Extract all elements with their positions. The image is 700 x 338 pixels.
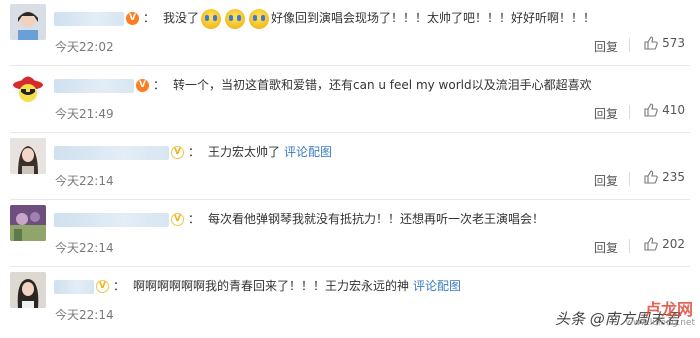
reply-button[interactable]: 回复 [594,105,618,122]
comment-text: 啊啊啊啊啊啊我的青春回来了！！！王力宏永远的神 [133,279,410,293]
timestamp: 今天22:14 [55,174,114,188]
watermark: 头条 @南方周末君 卢龙网 www.lulong.net [555,296,695,336]
username[interactable] [54,78,134,93]
colon: ： [113,279,126,293]
watermark-url: www.lulong.net [625,318,695,328]
reply-button[interactable]: 回复 [594,38,618,55]
divider [629,105,630,119]
comment-image-link[interactable]: 评论配图 [284,145,332,159]
username[interactable] [54,11,124,26]
avatar[interactable] [10,71,46,107]
thumbs-up-icon [644,36,658,50]
comment-item: V ： 王力宏太帅了 评论配图 今天22:14 回复 235 [0,134,700,200]
avatar[interactable] [10,272,46,308]
like-count: 235 [662,170,685,184]
crying-emoji-icon [225,8,246,29]
divider [629,172,630,186]
comment-text: 转一个，当初这首歌和爱错，还有can u feel my world以及流泪手心… [173,78,592,92]
divider [629,239,630,253]
like-count: 410 [662,103,685,117]
colon: ： [153,78,166,92]
reply-button[interactable]: 回复 [594,172,618,189]
comment-text-tail: 好像回到演唱会现场了！！！太帅了吧！！！好好听啊！！！ [271,11,596,25]
thumbs-up-icon [644,103,658,117]
crying-emoji-icon [249,8,270,29]
reply-button[interactable]: 回复 [594,239,618,256]
comment-text: 王力宏太帅了 [208,145,281,159]
row-divider [10,266,690,267]
comment-item: V ： 每次看他弹钢琴我就没有抵抗力！！还想再听一次老王演唱会！ 今天22:14 回… [0,201,700,267]
like-button[interactable]: 235 [644,170,685,184]
thumbs-up-icon [644,170,658,184]
like-button[interactable]: 573 [644,36,685,50]
colon: ： [188,145,201,159]
comment-content: V ： 转一个，当初这首歌和爱错，还有can u feel my world以及流泪… [54,70,685,100]
verified-badge-icon: V [171,213,184,226]
like-button[interactable]: 202 [644,237,685,251]
divider [629,38,630,52]
comment-content: V ： 我没了 好像回到演唱会现场了！！！太帅了吧！！！好好听啊！！！ [54,3,685,33]
colon: ： [188,212,201,226]
like-count: 573 [662,36,685,50]
avatar[interactable] [10,205,46,241]
username[interactable] [54,145,169,160]
row-divider [10,132,690,133]
avatar[interactable] [10,138,46,174]
row-divider [10,199,690,200]
comment-text: 我没了 [163,11,200,25]
username[interactable] [54,212,169,227]
comment-content: V ： 每次看他弹钢琴我就没有抵抗力！！还想再听一次老王演唱会！ [54,204,685,234]
comment-image-link[interactable]: 评论配图 [413,279,461,293]
thumbs-up-icon [644,237,658,251]
verified-badge-icon: V [136,79,149,92]
like-button[interactable]: 410 [644,103,685,117]
verified-badge-icon: V [126,12,139,25]
crying-emoji-icon [201,8,222,29]
like-count: 202 [662,237,685,251]
verified-badge-icon: V [171,146,184,159]
timestamp: 今天21:49 [55,107,114,121]
timestamp: 今天22:14 [55,241,114,255]
comment-text: 每次看他弹钢琴我就没有抵抗力！！还想再听一次老王演唱会！ [208,212,545,226]
comment-item: V ： 我没了 好像回到演唱会现场了！！！太帅了吧！！！好好听啊！！！ 今天22:02… [0,0,700,66]
avatar[interactable] [10,4,46,40]
verified-badge-icon: V [96,280,109,293]
row-divider [10,65,690,66]
watermark-logo: 卢龙网 [644,300,693,319]
comment-content: V ： 王力宏太帅了 评论配图 [54,137,685,167]
username[interactable] [54,279,94,294]
colon: ： [143,11,156,25]
timestamp: 今天22:02 [55,40,114,54]
timestamp: 今天22:14 [55,308,114,322]
comment-item: V ： 转一个，当初这首歌和爱错，还有can u feel my world以及流泪… [0,67,700,133]
comment-list: V ： 我没了 好像回到演唱会现场了！！！太帅了吧！！！好好听啊！！！ 今天22:02… [0,0,700,338]
